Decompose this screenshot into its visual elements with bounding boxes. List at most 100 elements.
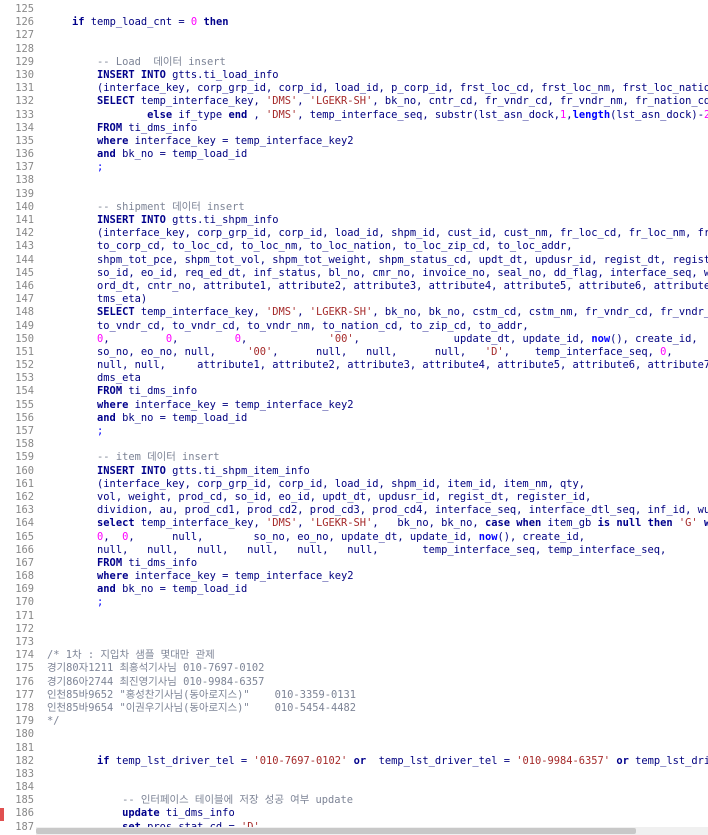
code-line[interactable]: 148 SELECT temp_interface_key, 'DMS', 'L… <box>0 306 708 319</box>
code-line[interactable]: 133 else if_type end , 'DMS', temp_inter… <box>0 109 708 122</box>
code-text: so_no, eo_no, null, '00', null, null, nu… <box>47 346 673 359</box>
code-line[interactable]: 136 and bk_no = temp_load_id <box>0 148 708 161</box>
code-line[interactable]: 127 <box>0 29 708 42</box>
code-token: end <box>228 108 248 121</box>
code-line[interactable]: 176 경기86아2744 최진영기사님 010-9984-6357 <box>0 676 708 689</box>
code-line[interactable]: 128 <box>0 43 708 56</box>
code-token: , update_dt, update_id, <box>353 332 592 345</box>
code-line[interactable]: 143 to_corp_cd, to_loc_cd, to_loc_nm, to… <box>0 240 708 253</box>
code-line[interactable]: 147 tms_eta) <box>0 293 708 306</box>
code-line[interactable]: 141 INSERT INTO gtts.ti_shpm_info <box>0 214 708 227</box>
line-number: 156 <box>15 411 34 424</box>
code-line[interactable]: 173 <box>0 636 708 649</box>
line-number: 149 <box>15 319 34 332</box>
code-line[interactable]: 158 <box>0 438 708 451</box>
code-line[interactable]: 161 (interface_key, corp_grp_id, corp_id… <box>0 478 708 491</box>
code-line[interactable]: 150 0, 0, 0, '00', update_dt, update_id,… <box>0 333 708 346</box>
code-line[interactable]: 174 /* 1차 : 지입차 샘플 몇대만 관제 <box>0 649 708 662</box>
code-token: 'DMS' <box>265 95 298 108</box>
code-line[interactable]: 185 -- 인터페이스 테이블에 저장 성공 여부 update <box>0 794 708 807</box>
code-line[interactable]: 139 <box>0 188 708 201</box>
code-line[interactable]: 183 <box>0 768 708 781</box>
code-token: (interface_key, corp_grp_id, corp_id, lo… <box>47 227 708 240</box>
code-line[interactable]: 163 dividion, au, prod_cd1, prod_cd2, pr… <box>0 504 708 517</box>
line-number: 129 <box>15 55 34 68</box>
code-line[interactable]: 169 and bk_no = temp_load_id <box>0 583 708 596</box>
code-line[interactable]: 180 <box>0 728 708 741</box>
code-token: temp_interface_key, <box>134 517 266 530</box>
line-number: 179 <box>15 715 34 728</box>
code-line[interactable]: 154 FROM ti_dms_info <box>0 385 708 398</box>
code-token: if <box>72 16 85 29</box>
code-text: 경기80자1211 최홍석기사님 010-7697-0102 <box>47 662 264 675</box>
code-text: and bk_no = temp_load_id <box>47 583 247 596</box>
code-line[interactable]: 177 인천85바9652 "홍성찬기사님(동아로지스)" 010-3359-01… <box>0 689 708 702</box>
error-marker <box>0 808 4 821</box>
code-line[interactable]: 131 (interface_key, corp_grp_id, corp_id… <box>0 82 708 95</box>
scrollbar-thumb[interactable] <box>36 828 636 834</box>
code-text: INSERT INTO gtts.ti_load_info <box>47 69 278 82</box>
code-token: , <box>103 332 166 345</box>
code-line[interactable]: 126 if temp_load_cnt = 0 then <box>0 16 708 29</box>
code-line[interactable]: 184 <box>0 781 708 794</box>
code-line[interactable]: 144 shpm_tot_pce, shpm_tot_vol, shpm_tot… <box>0 254 708 267</box>
code-token: -- 인터페이스 테이블에 저장 성공 여부 update <box>122 794 354 807</box>
code-token: bk_no = temp_load_id <box>115 583 248 596</box>
code-line[interactable]: 156 and bk_no = temp_load_id <box>0 412 708 425</box>
code-line[interactable]: 152 null, null, attribute1, attribute2, … <box>0 359 708 372</box>
code-token: dms_eta <box>47 372 141 385</box>
code-line[interactable]: 146 ord_dt, cntr_no, attribute1, attribu… <box>0 280 708 293</box>
code-line[interactable]: 138 <box>0 174 708 187</box>
line-number: 135 <box>15 134 34 147</box>
code-line[interactable]: 129 -- Load 데이터 insert <box>0 56 708 69</box>
code-line[interactable]: 125 <box>0 3 708 16</box>
code-line[interactable]: 171 <box>0 610 708 623</box>
code-token: , temp_interface_seq, substr(lst_asn_doc… <box>297 108 561 121</box>
code-text: (interface_key, corp_grp_id, corp_id, lo… <box>47 82 708 95</box>
code-line[interactable]: 162 vol, weight, prod_cd, so_id, eo_id, … <box>0 491 708 504</box>
line-number: 169 <box>15 583 34 596</box>
code-line[interactable]: 182 if temp_lst_driver_tel = '010-7697-0… <box>0 755 708 768</box>
code-line[interactable]: 140 -- shipment 데이터 insert <box>0 201 708 214</box>
code-line[interactable]: 160 INSERT INTO gtts.ti_shpm_item_info <box>0 465 708 478</box>
line-number: 175 <box>15 662 34 675</box>
code-line[interactable]: 164 select temp_interface_key, 'DMS', 'L… <box>0 517 708 530</box>
code-line[interactable]: 178 인천85바9654 "이권우기사님(동아로지스)" 010-5454-44… <box>0 702 708 715</box>
code-line[interactable]: 175 경기80자1211 최홍석기사님 010-7697-0102 <box>0 662 708 675</box>
code-token: interface_key = temp_interface_key2 <box>128 134 354 147</box>
code-line[interactable]: 135 where interface_key = temp_interface… <box>0 135 708 148</box>
code-editor[interactable]: 125 126 if temp_load_cnt = 0 then 127 128 12… <box>0 0 708 835</box>
code-line[interactable]: 155 where interface_key = temp_interface… <box>0 399 708 412</box>
code-token: , temp_interface_seq, <box>503 345 661 358</box>
code-line[interactable]: 166 null, null, null, null, null, null, … <box>0 544 708 557</box>
code-line[interactable]: 179 */ <box>0 715 708 728</box>
code-line[interactable]: 186 update ti_dms_info <box>0 807 708 820</box>
code-line[interactable]: 157 ; <box>0 425 708 438</box>
code-line[interactable]: 181 <box>0 742 708 755</box>
code-line[interactable]: 153 dms_eta <box>0 372 708 385</box>
code-line[interactable]: 167 FROM ti_dms_info <box>0 557 708 570</box>
code-line[interactable]: 134 FROM ti_dms_info <box>0 122 708 135</box>
code-line[interactable]: 151 so_no, eo_no, null, '00', null, null… <box>0 346 708 359</box>
code-line[interactable]: 130 INSERT INTO gtts.ti_load_info <box>0 69 708 82</box>
code-line[interactable]: 172 <box>0 623 708 636</box>
code-text: */ <box>47 715 60 728</box>
code-line[interactable]: 159 -- item 데이터 insert <box>0 451 708 464</box>
line-number: 132 <box>15 95 34 108</box>
code-line[interactable]: 149 to_vndr_cd, to_vndr_cd, to_vndr_nm, … <box>0 320 708 333</box>
code-line[interactable]: 165 0, 0, null, so_no, eo_no, update_dt,… <box>0 531 708 544</box>
code-line[interactable]: 145 so_id, eo_id, req_ed_dt, inf_status,… <box>0 267 708 280</box>
horizontal-scrollbar[interactable] <box>36 827 708 835</box>
code-line[interactable]: 132 SELECT temp_interface_key, 'DMS', 'L… <box>0 95 708 108</box>
code-line[interactable]: 170 ; <box>0 596 708 609</box>
code-token: 'DMS' <box>265 517 298 530</box>
line-number: 140 <box>15 200 34 213</box>
code-line[interactable]: 137 ; <box>0 161 708 174</box>
code-line[interactable]: 142 (interface_key, corp_grp_id, corp_id… <box>0 227 708 240</box>
code-token: (), create_id, <box>610 332 698 345</box>
code-line[interactable]: 168 where interface_key = temp_interface… <box>0 570 708 583</box>
